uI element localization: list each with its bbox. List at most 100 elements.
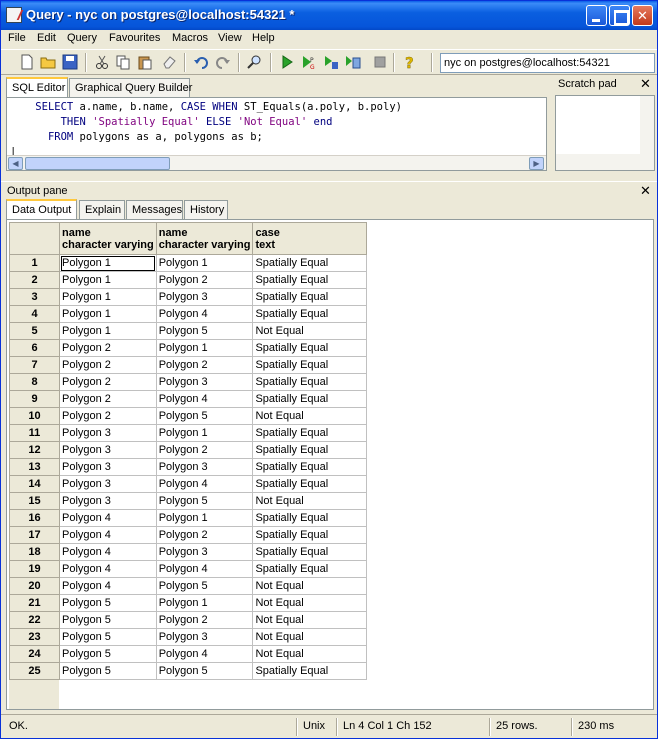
table-cell[interactable]: Polygon 2 [155, 526, 254, 544]
copy-icon[interactable] [115, 54, 131, 70]
table-cell[interactable]: Polygon 1 [155, 424, 254, 442]
save-icon[interactable] [62, 54, 78, 70]
table-row[interactable]: 6 Polygon 2 Polygon 1 Spatially Equal [9, 339, 368, 357]
title-bar[interactable]: Query - nyc on postgres@localhost:54321 … [1, 1, 657, 30]
row-number[interactable]: 19 [9, 560, 60, 578]
explain-icon[interactable] [345, 54, 361, 70]
table-cell[interactable]: Polygon 2 [59, 407, 157, 425]
scratch-pad-text[interactable] [555, 95, 655, 171]
row-number[interactable]: 6 [9, 339, 60, 357]
table-row[interactable]: 15 Polygon 3 Polygon 5 Not Equal [9, 492, 368, 510]
table-cell[interactable]: Polygon 1 [155, 509, 254, 527]
menu-help[interactable]: Help [252, 32, 275, 44]
maximize-button[interactable] [609, 5, 630, 26]
table-cell[interactable]: Polygon 4 [59, 560, 157, 578]
table-cell[interactable]: Polygon 4 [155, 475, 254, 493]
tab-explain[interactable]: Explain [79, 200, 125, 220]
table-cell[interactable]: Polygon 5 [155, 407, 254, 425]
table-cell[interactable]: Polygon 2 [155, 356, 254, 374]
eraser-icon[interactable] [161, 54, 177, 70]
row-number[interactable]: 21 [9, 594, 60, 612]
row-number[interactable]: 15 [9, 492, 60, 510]
table-cell[interactable]: Spatially Equal [252, 305, 368, 323]
table-cell[interactable]: Spatially Equal [252, 526, 368, 544]
table-cell[interactable]: Spatially Equal [252, 288, 368, 306]
table-cell[interactable]: Polygon 1 [59, 322, 157, 340]
table-row[interactable]: 12 Polygon 3 Polygon 2 Spatially Equal [9, 441, 368, 459]
table-cell[interactable]: Not Equal [252, 577, 368, 595]
stop-icon[interactable] [372, 54, 388, 70]
row-number[interactable]: 18 [9, 543, 60, 561]
table-cell[interactable]: Spatially Equal [252, 509, 368, 527]
menu-favourites[interactable]: Favourites [109, 32, 160, 44]
table-cell[interactable]: Not Equal [252, 628, 368, 646]
table-row[interactable]: 14 Polygon 3 Polygon 4 Spatially Equal [9, 475, 368, 493]
table-row[interactable]: 25 Polygon 5 Polygon 5 Spatially Equal [9, 662, 368, 680]
tab-data-output[interactable]: Data Output [6, 199, 77, 220]
row-number[interactable]: 2 [9, 271, 60, 289]
table-cell[interactable]: Not Equal [252, 611, 368, 629]
row-number[interactable]: 24 [9, 645, 60, 663]
table-row[interactable]: 21 Polygon 5 Polygon 1 Not Equal [9, 594, 368, 612]
connection-select[interactable]: nyc on postgres@localhost:54321 [440, 53, 655, 73]
table-cell[interactable]: Spatially Equal [252, 424, 368, 442]
table-cell[interactable]: Polygon 4 [59, 577, 157, 595]
execute-to-file-icon[interactable] [323, 54, 339, 70]
table-cell[interactable]: Not Equal [252, 492, 368, 510]
table-row[interactable]: 9 Polygon 2 Polygon 4 Spatially Equal [9, 390, 368, 408]
row-number[interactable]: 23 [9, 628, 60, 646]
table-cell[interactable]: Spatially Equal [252, 271, 368, 289]
table-cell[interactable]: Polygon 4 [155, 560, 254, 578]
close-window-button[interactable]: ✕ [632, 5, 653, 26]
table-cell[interactable]: Polygon 4 [155, 305, 254, 323]
row-number[interactable]: 9 [9, 390, 60, 408]
table-row[interactable]: 20 Polygon 4 Polygon 5 Not Equal [9, 577, 368, 595]
table-row[interactable]: 17 Polygon 4 Polygon 2 Spatially Equal [9, 526, 368, 544]
table-cell[interactable]: Not Equal [252, 407, 368, 425]
table-cell[interactable]: Polygon 5 [59, 611, 157, 629]
table-cell[interactable]: Spatially Equal [252, 543, 368, 561]
table-cell[interactable]: Spatially Equal [252, 458, 368, 476]
scratch-pad-close-icon[interactable]: ✕ [640, 76, 651, 92]
open-folder-icon[interactable] [40, 54, 56, 70]
table-cell[interactable]: Polygon 3 [59, 458, 157, 476]
table-cell[interactable]: Polygon 2 [155, 441, 254, 459]
table-cell[interactable]: Polygon 5 [59, 662, 157, 680]
row-number[interactable]: 16 [9, 509, 60, 527]
table-cell[interactable]: Polygon 3 [155, 628, 254, 646]
table-row[interactable]: 3 Polygon 1 Polygon 3 Spatially Equal [9, 288, 368, 306]
table-cell[interactable]: Polygon 3 [155, 458, 254, 476]
table-cell[interactable]: Polygon 5 [155, 492, 254, 510]
scroll-right-icon[interactable]: ▶ [529, 157, 544, 170]
column-header[interactable]: name character varying [155, 222, 254, 255]
table-cell[interactable]: Spatially Equal [252, 339, 368, 357]
table-cell[interactable]: Polygon 3 [155, 373, 254, 391]
row-number[interactable]: 12 [9, 441, 60, 459]
table-cell[interactable]: Spatially Equal [252, 475, 368, 493]
table-cell[interactable]: Not Equal [252, 645, 368, 663]
find-icon[interactable] [247, 54, 263, 70]
table-cell[interactable]: Polygon 5 [59, 594, 157, 612]
row-number[interactable]: 10 [9, 407, 60, 425]
menu-view[interactable]: View [218, 32, 242, 44]
row-number[interactable]: 4 [9, 305, 60, 323]
row-number[interactable]: 11 [9, 424, 60, 442]
table-cell[interactable]: Not Equal [252, 594, 368, 612]
corner-cell[interactable] [9, 222, 60, 255]
scratch-pad-vertical-scrollbar[interactable] [640, 96, 654, 154]
table-cell[interactable]: Polygon 4 [59, 509, 157, 527]
tab-history[interactable]: History [184, 200, 228, 220]
table-cell[interactable]: Polygon 4 [155, 390, 254, 408]
row-number[interactable]: 20 [9, 577, 60, 595]
menu-edit[interactable]: Edit [37, 32, 56, 44]
table-row[interactable]: 8 Polygon 2 Polygon 3 Spatially Equal [9, 373, 368, 391]
table-cell[interactable]: Spatially Equal [252, 356, 368, 374]
table-row[interactable]: 5 Polygon 1 Polygon 5 Not Equal [9, 322, 368, 340]
table-cell[interactable]: Polygon 1 [59, 254, 157, 272]
tab-messages[interactable]: Messages [126, 200, 183, 220]
table-cell[interactable]: Polygon 1 [59, 271, 157, 289]
table-cell[interactable]: Polygon 4 [59, 543, 157, 561]
redo-icon[interactable] [215, 54, 231, 70]
table-cell[interactable]: Polygon 1 [59, 305, 157, 323]
tab-graphical-query-builder[interactable]: Graphical Query Builder [69, 78, 192, 98]
